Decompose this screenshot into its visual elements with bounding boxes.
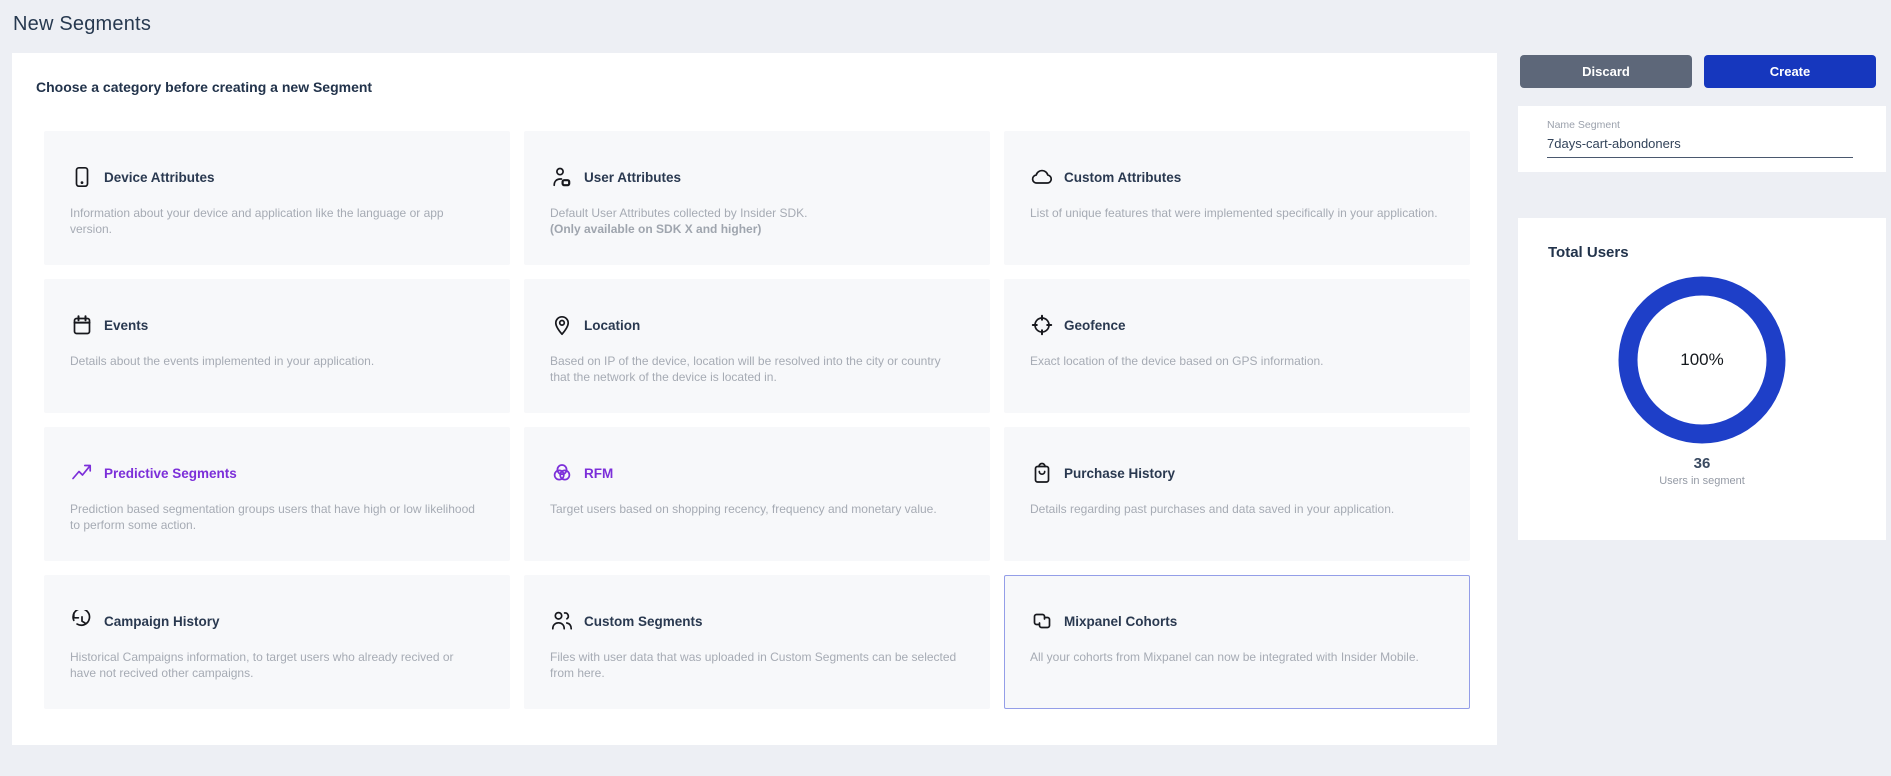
card-title: Purchase History: [1064, 466, 1175, 481]
card-description-note: (Only available on SDK X and higher): [550, 221, 960, 237]
trend-up-icon: [70, 461, 94, 485]
card-description: Target users based on shopping recency, …: [550, 501, 960, 517]
map-pin-icon: [550, 313, 574, 337]
total-users-heading: Total Users: [1548, 244, 1886, 261]
card-title: Campaign History: [104, 614, 220, 629]
card-events[interactable]: Events Details about the events implemen…: [44, 279, 510, 413]
card-description: List of unique features that were implem…: [1030, 205, 1440, 221]
card-title: Custom Attributes: [1064, 170, 1181, 185]
card-location[interactable]: Location Based on IP of the device, loca…: [524, 279, 990, 413]
card-predictive-segments[interactable]: Predictive Segments Prediction based seg…: [44, 427, 510, 561]
card-description: Default User Attributes collected by Ins…: [550, 205, 960, 221]
card-title: Custom Segments: [584, 614, 703, 629]
discard-button[interactable]: Discard: [1520, 55, 1692, 88]
mixpanel-icon: [1030, 609, 1054, 633]
users-icon: [550, 609, 574, 633]
name-segment-card: Name Segment: [1518, 106, 1886, 172]
card-description: All your cohorts from Mixpanel can now b…: [1030, 649, 1440, 665]
users-count: 36: [1518, 455, 1886, 472]
user-icon: [550, 165, 574, 189]
card-rfm[interactable]: RFM Target users based on shopping recen…: [524, 427, 990, 561]
card-description: Details regarding past purchases and dat…: [1030, 501, 1440, 517]
card-description: Details about the events implemented in …: [70, 353, 480, 369]
total-users-donut-chart: 100%: [1617, 275, 1787, 445]
action-button-row: Discard Create: [1520, 55, 1876, 88]
geofence-icon: [1030, 313, 1054, 337]
card-description: Historical Campaigns information, to tar…: [70, 649, 480, 681]
card-custom-segments[interactable]: Custom Segments Files with user data tha…: [524, 575, 990, 709]
history-icon: [70, 609, 94, 633]
shopping-bag-icon: [1030, 461, 1054, 485]
card-campaign-history[interactable]: Campaign History Historical Campaigns in…: [44, 575, 510, 709]
card-description: Exact location of the device based on GP…: [1030, 353, 1440, 369]
device-icon: [70, 165, 94, 189]
card-description: Prediction based segmentation groups use…: [70, 501, 480, 533]
name-segment-input[interactable]: [1547, 136, 1853, 158]
rfm-venn-icon: [550, 461, 574, 485]
card-custom-attributes[interactable]: Custom Attributes List of unique feature…: [1004, 131, 1470, 265]
name-segment-label: Name Segment: [1547, 119, 1886, 131]
card-description: Based on IP of the device, location will…: [550, 353, 960, 385]
card-title: Predictive Segments: [104, 466, 237, 481]
card-title: Events: [104, 318, 148, 333]
total-users-card: Total Users 100% 36 Users in segment: [1518, 218, 1886, 540]
page-title: New Segments: [13, 13, 151, 36]
donut-percent-label: 100%: [1617, 275, 1787, 445]
card-title: Device Attributes: [104, 170, 215, 185]
cloud-icon: [1030, 165, 1054, 189]
card-description: Files with user data that was uploaded i…: [550, 649, 960, 681]
card-title: Geofence: [1064, 318, 1126, 333]
card-title: User Attributes: [584, 170, 681, 185]
calendar-icon: [70, 313, 94, 337]
create-button[interactable]: Create: [1704, 55, 1876, 88]
card-user-attributes[interactable]: User Attributes Default User Attributes …: [524, 131, 990, 265]
card-description: Information about your device and applic…: [70, 205, 480, 237]
card-title: Location: [584, 318, 640, 333]
panel-heading: Choose a category before creating a new …: [36, 79, 1470, 95]
segment-category-panel: Choose a category before creating a new …: [12, 53, 1497, 745]
card-purchase-history[interactable]: Purchase History Details regarding past …: [1004, 427, 1470, 561]
category-grid: Device Attributes Information about your…: [44, 131, 1470, 709]
card-geofence[interactable]: Geofence Exact location of the device ba…: [1004, 279, 1470, 413]
card-title: Mixpanel Cohorts: [1064, 614, 1177, 629]
card-mixpanel-cohorts[interactable]: Mixpanel Cohorts All your cohorts from M…: [1004, 575, 1470, 709]
card-title: RFM: [584, 466, 613, 481]
card-device-attributes[interactable]: Device Attributes Information about your…: [44, 131, 510, 265]
users-count-caption: Users in segment: [1518, 475, 1886, 487]
